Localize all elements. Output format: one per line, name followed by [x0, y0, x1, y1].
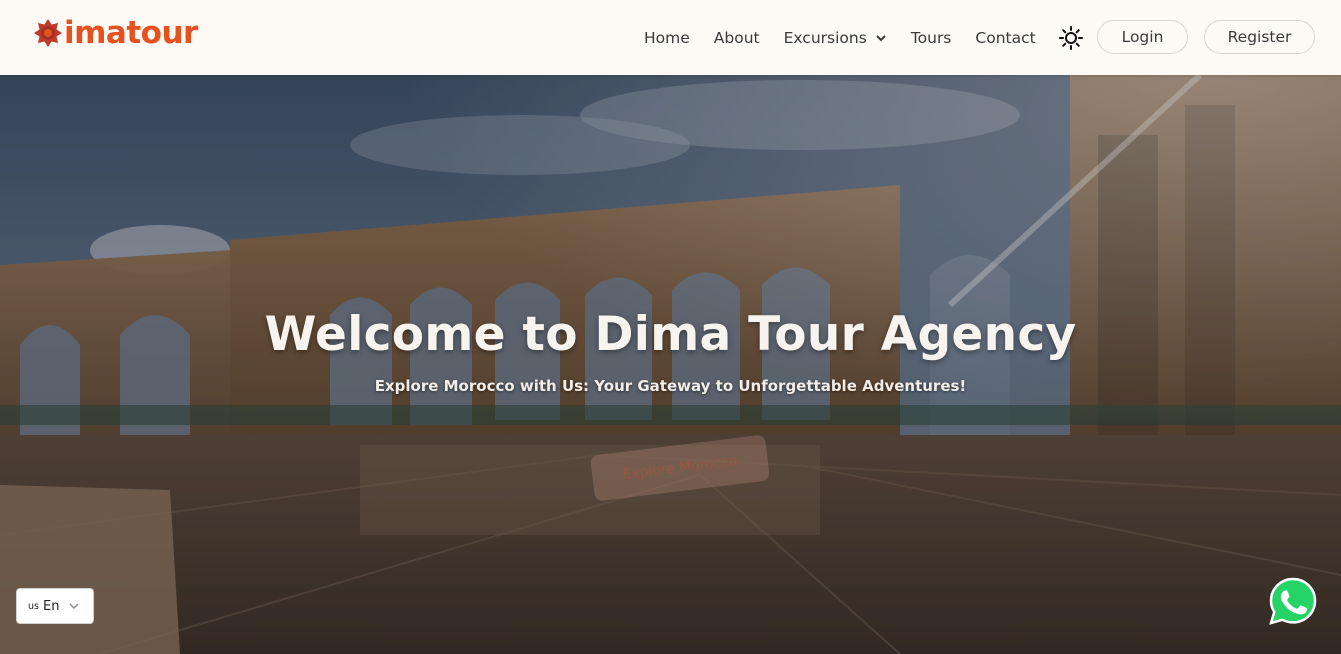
logo[interactable]: imatour: [33, 15, 198, 51]
nav-excursions-label: Excursions: [783, 28, 867, 47]
nav-home[interactable]: Home: [644, 29, 690, 47]
flag-icon: us: [28, 600, 39, 612]
logo-text: imatour: [64, 14, 198, 51]
star-logo-icon: [34, 19, 62, 47]
nav-about[interactable]: About: [714, 29, 760, 47]
nav-excursions[interactable]: Excursions: [784, 29, 887, 47]
main-nav: Home About Excursions Tours Contact: [632, 0, 1098, 75]
nav-contact[interactable]: Contact: [975, 29, 1035, 47]
register-button[interactable]: Register: [1204, 20, 1315, 54]
chevron-down-icon: [876, 34, 886, 41]
login-button[interactable]: Login: [1097, 20, 1188, 54]
site-header: imatour Home About Excursions Tours Cont…: [0, 0, 1341, 75]
language-select[interactable]: us En: [16, 588, 94, 624]
language-code: En: [42, 598, 60, 614]
hero-subtitle: Explore Morocco with Us: Your Gateway to…: [374, 377, 967, 395]
nav-tours[interactable]: Tours: [911, 29, 952, 47]
chevron-down-icon: [69, 603, 79, 610]
hero-title: Welcome to Dima Tour Agency: [264, 307, 1077, 362]
whatsapp-icon[interactable]: [1268, 576, 1318, 626]
hero-section: Welcome to Dima Tour Agency Explore Moro…: [0, 75, 1341, 654]
sun-icon[interactable]: [1058, 25, 1084, 51]
hero-background-image: [0, 75, 1341, 654]
